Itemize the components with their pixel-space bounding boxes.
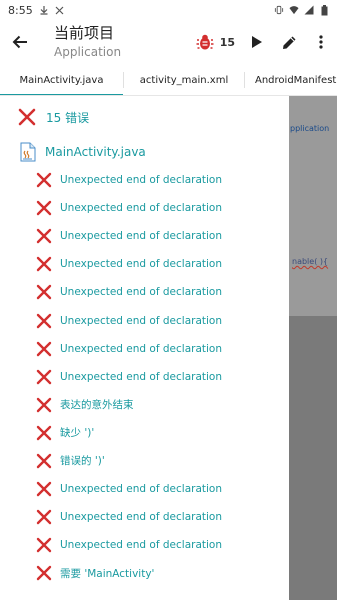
error-icon <box>36 257 52 272</box>
tab-label: MainActivity.java <box>19 74 104 86</box>
editor-peek-text: pplication <box>290 124 330 133</box>
error-message: Unexpected end of declaration <box>60 511 222 524</box>
play-icon <box>252 36 262 48</box>
error-message: Unexpected end of declaration <box>60 370 222 383</box>
error-message: Unexpected end of declaration <box>60 483 222 496</box>
screen: 8:55 当前项目 Application 15 MainActivity.ja… <box>0 0 337 600</box>
error-drawer: 15 错误 MainActivity.java Unexpected end o… <box>0 96 289 600</box>
bug-button[interactable]: 15 <box>196 33 235 51</box>
tab-label: AndroidManifest <box>255 74 337 86</box>
error-item[interactable]: Unexpected end of declaration <box>0 531 289 559</box>
error-icon <box>36 566 52 581</box>
error-message: Unexpected end of declaration <box>60 342 222 355</box>
project-title: 当前项目 <box>54 24 115 42</box>
wifi-icon <box>289 5 299 15</box>
error-icon <box>36 313 52 328</box>
error-list: Unexpected end of declaration Unexpected … <box>0 166 289 587</box>
more-options-button[interactable] <box>305 20 337 64</box>
error-message: Unexpected end of declaration <box>60 258 222 271</box>
status-time: 8:55 <box>8 3 33 17</box>
error-summary-label: 15 错误 <box>46 110 90 125</box>
back-button[interactable] <box>0 20 40 64</box>
error-icon <box>36 453 52 469</box>
error-message: Unexpected end of declaration <box>60 286 222 299</box>
error-icon <box>36 425 52 441</box>
editor-lower-area <box>289 316 337 600</box>
more-vert-icon <box>319 35 323 49</box>
error-icon <box>36 172 52 188</box>
error-icon <box>36 229 52 244</box>
error-item[interactable]: 错误的 ')' <box>0 447 289 475</box>
tab-androidmanifest[interactable]: AndroidManifest <box>245 64 337 96</box>
error-item[interactable]: Unexpected end of declaration <box>0 306 289 334</box>
error-icon <box>36 285 52 300</box>
error-item[interactable]: Unexpected end of declaration <box>0 335 289 363</box>
error-item[interactable]: 缺少 ')' <box>0 419 289 447</box>
toolbar-actions: 15 <box>196 20 337 64</box>
edit-button[interactable] <box>273 20 305 64</box>
error-icon <box>36 481 52 497</box>
error-message: Unexpected end of declaration <box>60 230 222 243</box>
error-item[interactable]: Unexpected end of declaration <box>0 222 289 250</box>
error-item[interactable]: Unexpected end of declaration <box>0 250 289 278</box>
error-icon <box>36 397 52 412</box>
error-message: 表达的意外结束 <box>60 399 134 412</box>
error-file-row[interactable]: MainActivity.java <box>0 138 289 166</box>
error-message: Unexpected end of declaration <box>60 539 222 552</box>
status-bar: 8:55 <box>0 0 337 20</box>
error-message: Unexpected end of declaration <box>60 202 222 215</box>
pencil-icon <box>282 36 295 49</box>
run-button[interactable] <box>241 20 273 64</box>
error-item[interactable]: Unexpected end of declaration <box>0 503 289 531</box>
error-icon <box>36 509 52 525</box>
error-message: 错误的 ')' <box>60 455 105 468</box>
error-message: Unexpected end of declaration <box>60 314 222 327</box>
error-icon <box>18 108 36 126</box>
error-icon <box>36 538 52 553</box>
file-tabs: MainActivity.java activity_main.xml Andr… <box>0 64 337 96</box>
error-item[interactable]: 需要 'MainActivity' <box>0 559 289 587</box>
editor-peek-text: nable( ){ <box>292 257 329 266</box>
tab-activity-main-xml[interactable]: activity_main.xml <box>124 64 244 96</box>
error-message: 需要 'MainActivity' <box>60 567 155 580</box>
error-item[interactable]: Unexpected end of declaration <box>0 475 289 503</box>
project-subtitle: Application <box>54 45 122 59</box>
app-toolbar: 当前项目 Application 15 <box>0 20 337 64</box>
error-item[interactable]: Unexpected end of declaration <box>0 166 289 194</box>
battery-icon <box>319 4 329 15</box>
close-icon <box>55 5 65 15</box>
signal-icon <box>304 5 314 15</box>
error-item[interactable]: Unexpected end of declaration <box>0 363 289 391</box>
tab-mainactivity-java[interactable]: MainActivity.java <box>0 64 123 96</box>
error-icon <box>36 341 52 356</box>
error-item[interactable]: Unexpected end of declaration <box>0 278 289 306</box>
error-icon <box>36 369 52 384</box>
vibrate-icon <box>274 5 284 15</box>
error-message: 缺少 ')' <box>60 427 95 440</box>
error-item[interactable]: 表达的意外结束 <box>0 391 289 419</box>
editor-scrim[interactable] <box>289 96 337 600</box>
error-message: Unexpected end of declaration <box>60 174 222 187</box>
java-file-icon <box>20 142 36 162</box>
error-summary[interactable]: 15 错误 <box>0 96 289 138</box>
tab-label: activity_main.xml <box>139 74 229 86</box>
error-item[interactable]: Unexpected end of declaration <box>0 194 289 222</box>
download-icon <box>39 5 49 15</box>
error-count-badge: 15 <box>219 35 235 49</box>
error-icon <box>36 200 52 216</box>
error-file-name: MainActivity.java <box>45 145 146 159</box>
bug-icon <box>196 34 214 50</box>
toolbar-titles: 当前项目 Application <box>54 24 121 60</box>
arrow-back-icon <box>12 35 27 49</box>
